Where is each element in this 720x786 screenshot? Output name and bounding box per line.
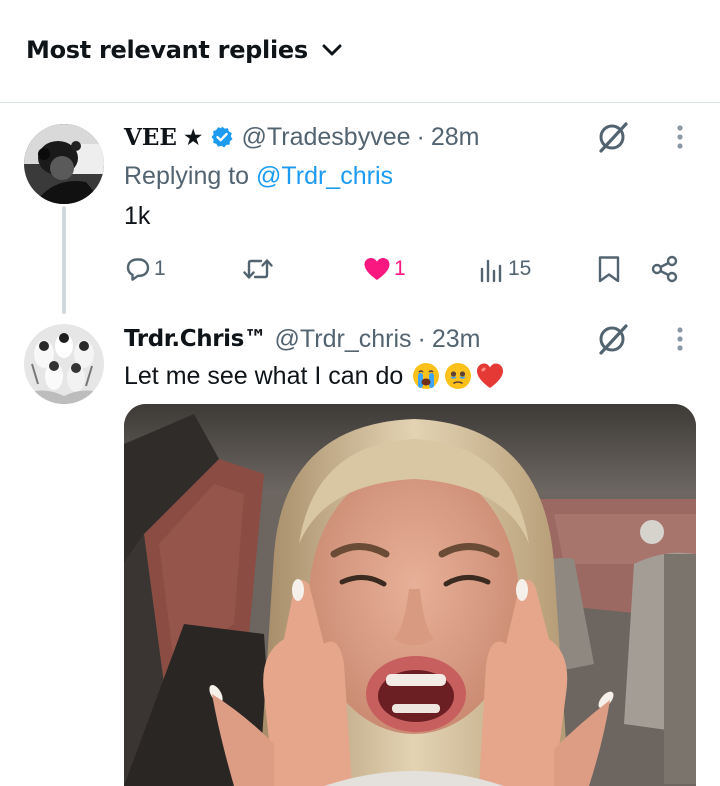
separator-dot: ·: [416, 122, 425, 151]
user-handle[interactable]: @Trdr_chris: [275, 325, 412, 354]
replying-to-line: Replying to @Trdr_chris: [124, 162, 393, 191]
more-options-icon[interactable]: [670, 120, 690, 154]
views-count: 15: [508, 257, 532, 280]
tweet-text-line: Let me see what I can do: [124, 361, 505, 391]
like-count: 1: [394, 257, 406, 280]
timestamp[interactable]: 28m: [431, 123, 480, 152]
share-button[interactable]: [650, 252, 680, 286]
avatar[interactable]: [24, 324, 104, 404]
avatar[interactable]: [24, 124, 104, 204]
views-button[interactable]: 15: [478, 252, 531, 286]
separator-dot: ·: [417, 324, 426, 353]
thread-connector: [62, 206, 66, 314]
chevron-down-icon: [322, 44, 342, 56]
tweet-header: VEE ★ @Tradesbyvee · 28m: [124, 120, 480, 154]
replies-sort-label: Most relevant replies: [26, 36, 308, 64]
replying-prefix: Replying to: [124, 162, 250, 190]
more-options-icon[interactable]: [670, 322, 690, 356]
grok-icon[interactable]: [596, 322, 630, 356]
face-holding-back-tears-icon: [445, 363, 472, 389]
replying-to-mention[interactable]: @Trdr_chris: [256, 162, 393, 190]
red-heart-icon: [477, 363, 504, 388]
heart-filled-icon: [364, 258, 390, 280]
reply-button[interactable]: 1: [124, 252, 166, 286]
views-icon: [480, 259, 502, 283]
display-name[interactable]: VEE: [124, 124, 177, 151]
tweet-header: Trdr.Chris™ @Trdr_chris · 23m: [124, 322, 480, 356]
loudly-crying-face-icon: [413, 363, 440, 389]
retweet-button[interactable]: [242, 252, 274, 286]
tweet-media-image[interactable]: [124, 404, 696, 786]
tweet-text: 1k: [124, 202, 151, 230]
bookmark-icon: [598, 256, 620, 283]
header-divider: [0, 102, 720, 103]
display-name[interactable]: Trdr.Chris™: [124, 326, 267, 352]
grok-icon[interactable]: [596, 120, 630, 154]
tweet-actions: 1 1 15: [124, 252, 684, 286]
star-emoji: ★: [182, 123, 204, 150]
user-handle[interactable]: @Tradesbyvee: [242, 123, 411, 152]
retweet-icon: [243, 259, 273, 279]
replies-section: Most relevant replies VEE ★ @Tradesbyvee: [0, 0, 720, 786]
like-button[interactable]: 1: [362, 252, 406, 286]
timestamp[interactable]: 23m: [432, 325, 481, 354]
verified-badge-icon: [210, 125, 234, 149]
reply-count: 1: [154, 257, 166, 280]
share-icon: [651, 255, 678, 283]
reply-icon: [126, 258, 150, 281]
replies-sort-dropdown[interactable]: Most relevant replies: [26, 36, 342, 64]
tweet-text: Let me see what I can do: [124, 361, 404, 390]
bookmark-button[interactable]: [596, 252, 622, 286]
